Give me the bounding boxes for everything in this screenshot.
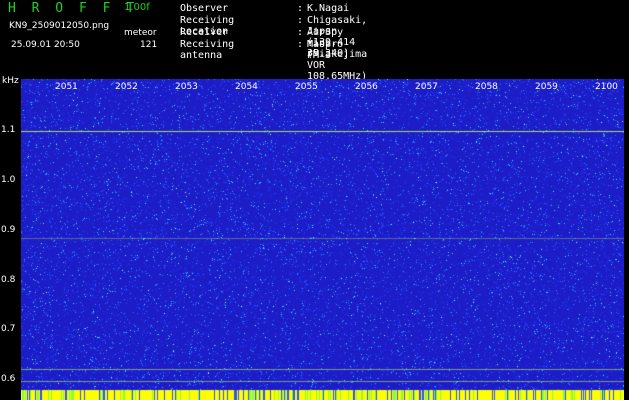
version-label: 1.00f xyxy=(124,2,150,13)
info-value: K.Nagai xyxy=(307,3,350,14)
detection-count: 121 xyxy=(140,40,158,50)
x-tick-label: 2051 xyxy=(55,82,78,92)
info-label: Receiving antenna xyxy=(180,39,235,61)
info-separator: : xyxy=(297,39,304,50)
y-tick-label: 1.0 xyxy=(1,175,16,185)
y-tick-label: 0.9 xyxy=(1,225,16,235)
y-axis-unit: kHz xyxy=(2,76,19,86)
info-separator: : xyxy=(297,27,304,38)
datetime-label: 25.09.01 20:50 xyxy=(11,40,80,50)
info-label: Receiver xyxy=(180,27,229,38)
x-tick-label: 2100 xyxy=(595,82,618,92)
app-title: H R O F F T xyxy=(8,1,139,16)
info-label: Observer xyxy=(180,3,229,14)
x-tick-label: 2057 xyxy=(415,82,438,92)
info-separator: : xyxy=(297,15,304,26)
username-label: meteor xyxy=(124,28,157,38)
y-tick-label: 1.1 xyxy=(1,125,16,135)
x-tick-label: 2059 xyxy=(535,82,558,92)
y-tick-label: 0.7 xyxy=(1,324,16,334)
x-tick-label: 2055 xyxy=(295,82,318,92)
filename-label: KN9_2509012050.png xyxy=(9,21,110,31)
x-tick-label: 2054 xyxy=(235,82,258,92)
spectrogram-canvas xyxy=(21,79,624,400)
info-value: Maspro FM-3 xyxy=(307,39,344,61)
y-tick-label: 0.6 xyxy=(1,374,16,384)
y-tick-label: 0.8 xyxy=(1,275,16,285)
x-tick-label: 2053 xyxy=(175,82,198,92)
x-tick-label: 2058 xyxy=(475,82,498,92)
info-separator: : xyxy=(297,3,304,14)
x-tick-label: 2052 xyxy=(115,82,138,92)
x-tick-label: 2056 xyxy=(355,82,378,92)
